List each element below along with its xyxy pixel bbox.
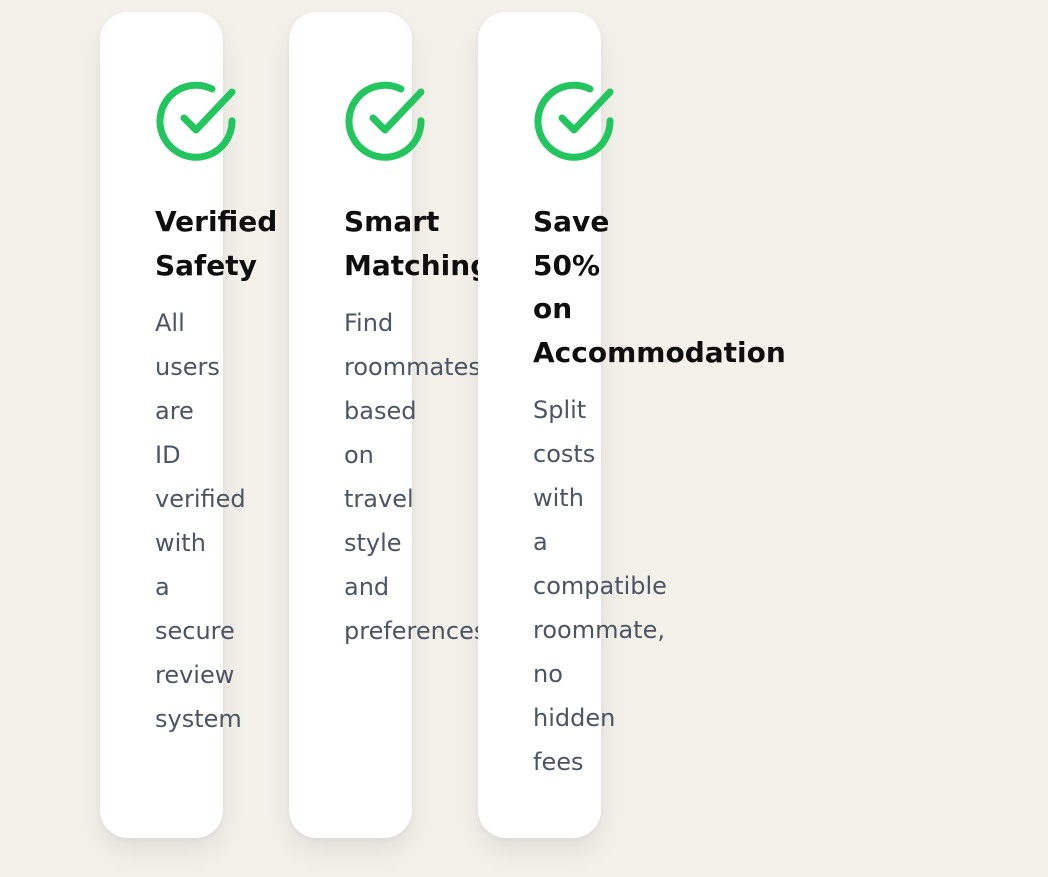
check-circle-icon: [156, 81, 236, 161]
features-section: Verified Safety All users are ID verified with…: [0, 0, 1048, 877]
check-circle-icon: [534, 81, 614, 161]
feature-card-smart-matching: Smart Matching Find roommates based on travel…: [289, 12, 490, 838]
feature-title: Smart Matching: [344, 205, 491, 282]
feature-card-save-50: Save 50% on Accommodation Split costs with a co…: [478, 12, 786, 838]
feature-description: Split costs with a compatible roommate, no hidd…: [533, 396, 667, 776]
feature-title: Save 50% on Accommodation: [533, 205, 786, 369]
feature-description: Find roommates based on travel style and prefer…: [344, 309, 487, 645]
feature-card-verified-safety: Verified Safety All users are ID verified with…: [100, 12, 277, 838]
check-circle-icon: [345, 81, 425, 161]
feature-title: Verified Safety: [155, 205, 278, 282]
feature-description: All users are ID verified with a secure review sy…: [155, 309, 246, 733]
